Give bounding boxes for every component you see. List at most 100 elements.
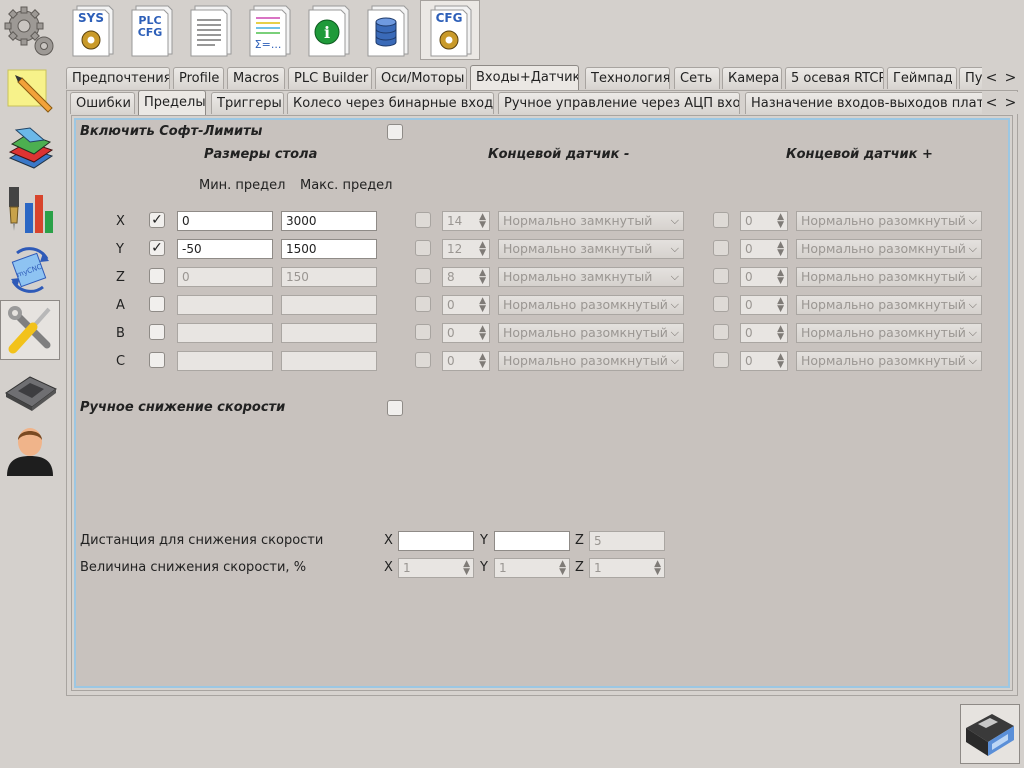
tab-gamepad[interactable]: Геймпад bbox=[887, 67, 957, 89]
limit-plus-checkbox[interactable] bbox=[713, 324, 729, 340]
sidebar-chip-button[interactable] bbox=[0, 360, 60, 420]
spin-arrows-icon[interactable]: ▲ ▼ bbox=[654, 560, 661, 577]
axis-enable-checkbox[interactable] bbox=[149, 296, 165, 312]
sidebar-mycnc-button[interactable]: myCNC bbox=[0, 240, 60, 300]
limit-minus-checkbox[interactable] bbox=[415, 324, 431, 340]
limit-plus-mode-select[interactable]: Нормально разомкнутый ⌵ bbox=[796, 323, 982, 343]
axis-enable-checkbox[interactable]: ✓ bbox=[149, 240, 165, 256]
tab-camera[interactable]: Камера bbox=[722, 67, 782, 89]
toolbar-document-button[interactable] bbox=[180, 0, 240, 60]
toolbar-info-button[interactable]: i bbox=[298, 0, 358, 60]
tab-profile[interactable]: Profile bbox=[173, 67, 224, 89]
tab-limits[interactable]: Пределы bbox=[138, 90, 206, 115]
tab-macros[interactable]: Macros bbox=[227, 67, 285, 89]
tab-preferences[interactable]: Предпочтения bbox=[66, 67, 170, 89]
limit-plus-pin-spinbox[interactable]: 0 ▲ ▼ bbox=[740, 239, 788, 259]
limit-minus-pin-spinbox[interactable]: 12 ▲ ▼ bbox=[442, 239, 490, 259]
limit-plus-mode-select[interactable]: Нормально разомкнутый ⌵ bbox=[796, 351, 982, 371]
limit-plus-pin-spinbox[interactable]: 0 ▲ ▼ bbox=[740, 351, 788, 371]
limit-minus-checkbox[interactable] bbox=[415, 212, 431, 228]
spin-arrows-icon[interactable]: ▲ ▼ bbox=[463, 560, 470, 577]
chevron-right-icon[interactable]: > bbox=[1005, 95, 1017, 111]
axis-max-input[interactable] bbox=[281, 323, 377, 343]
axis-max-input[interactable]: 1500 bbox=[281, 239, 377, 259]
limit-plus-mode-select[interactable]: Нормально разомкнутый ⌵ bbox=[796, 211, 982, 231]
limit-minus-mode-select[interactable]: Нормально замкнутый ⌵ bbox=[498, 239, 684, 259]
sidebar-tools-button[interactable] bbox=[0, 300, 60, 360]
toolbar-database-button[interactable] bbox=[357, 0, 417, 60]
limit-minus-mode-select[interactable]: Нормально разомкнутый ⌵ bbox=[498, 351, 684, 371]
limit-plus-checkbox[interactable] bbox=[713, 268, 729, 284]
axis-min-input[interactable]: -50 bbox=[177, 239, 273, 259]
axis-enable-checkbox[interactable]: ✓ bbox=[149, 212, 165, 228]
limit-minus-mode-select[interactable]: Нормально замкнутый ⌵ bbox=[498, 267, 684, 287]
limit-minus-checkbox[interactable] bbox=[415, 296, 431, 312]
limit-minus-pin-spinbox[interactable]: 0 ▲ ▼ bbox=[442, 323, 490, 343]
distance-z-input[interactable]: 5 bbox=[589, 531, 665, 551]
tab-wheel-binary-inputs[interactable]: Колесо через бинарные входы bbox=[287, 92, 494, 114]
tab-inputs-sensors[interactable]: Входы+Датчики bbox=[470, 65, 579, 90]
spin-arrows-icon[interactable]: ▲ ▼ bbox=[479, 297, 486, 314]
limit-minus-mode-select[interactable]: Нормально разомкнутый ⌵ bbox=[498, 295, 684, 315]
spin-arrows-icon[interactable]: ▲ ▼ bbox=[777, 269, 784, 286]
axis-min-input[interactable] bbox=[177, 323, 273, 343]
tab-5-axis-rtcp[interactable]: 5 осевая RTCP bbox=[785, 67, 884, 89]
axis-max-input[interactable] bbox=[281, 351, 377, 371]
distance-y-input[interactable] bbox=[494, 531, 570, 551]
limit-minus-pin-spinbox[interactable]: 8 ▲ ▼ bbox=[442, 267, 490, 287]
toolbar-plc-cfg-button[interactable]: PLC CFG bbox=[121, 0, 181, 60]
soft-limits-checkbox[interactable] bbox=[387, 124, 403, 140]
tab-plc-builder[interactable]: PLC Builder bbox=[288, 67, 372, 89]
sidebar-tools-chart-button[interactable] bbox=[0, 180, 60, 240]
limit-plus-checkbox[interactable] bbox=[713, 240, 729, 256]
spin-arrows-icon[interactable]: ▲ ▼ bbox=[777, 325, 784, 342]
limit-plus-mode-select[interactable]: Нормально разомкнутый ⌵ bbox=[796, 239, 982, 259]
axis-enable-checkbox[interactable] bbox=[149, 324, 165, 340]
axis-min-input[interactable]: 0 bbox=[177, 211, 273, 231]
tab-technology[interactable]: Технология bbox=[585, 67, 670, 89]
limit-plus-checkbox[interactable] bbox=[713, 212, 729, 228]
tab-io-assignment[interactable]: Назначение входов-выходов плат ра bbox=[745, 92, 985, 114]
spin-arrows-icon[interactable]: ▲ ▼ bbox=[777, 241, 784, 258]
spin-arrows-icon[interactable]: ▲ ▼ bbox=[777, 353, 784, 370]
limit-minus-mode-select[interactable]: Нормально разомкнутый ⌵ bbox=[498, 323, 684, 343]
tab-errors[interactable]: Ошибки bbox=[70, 92, 135, 114]
limit-minus-checkbox[interactable] bbox=[415, 352, 431, 368]
limit-minus-pin-spinbox[interactable]: 14 ▲ ▼ bbox=[442, 211, 490, 231]
manual-slowdown-checkbox[interactable] bbox=[387, 400, 403, 416]
spin-arrows-icon[interactable]: ▲ ▼ bbox=[777, 213, 784, 230]
limit-plus-pin-spinbox[interactable]: 0 ▲ ▼ bbox=[740, 267, 788, 287]
axis-enable-checkbox[interactable] bbox=[149, 352, 165, 368]
limit-plus-pin-spinbox[interactable]: 0 ▲ ▼ bbox=[740, 295, 788, 315]
spin-arrows-icon[interactable]: ▲ ▼ bbox=[479, 325, 486, 342]
spin-arrows-icon[interactable]: ▲ ▼ bbox=[479, 213, 486, 230]
spin-arrows-icon[interactable]: ▲ ▼ bbox=[559, 560, 566, 577]
limit-plus-mode-select[interactable]: Нормально разомкнутый ⌵ bbox=[796, 267, 982, 287]
limit-plus-checkbox[interactable] bbox=[713, 296, 729, 312]
limit-plus-mode-select[interactable]: Нормально разомкнутый ⌵ bbox=[796, 295, 982, 315]
limit-plus-checkbox[interactable] bbox=[713, 352, 729, 368]
axis-min-input[interactable] bbox=[177, 295, 273, 315]
chevron-right-icon[interactable]: > bbox=[1005, 70, 1017, 86]
chevron-left-icon[interactable]: < bbox=[986, 70, 998, 86]
toolbar-formula-button[interactable]: Σ=... bbox=[239, 0, 299, 60]
sidebar-edit-button[interactable] bbox=[0, 60, 60, 120]
sidebar-settings-button[interactable] bbox=[0, 0, 60, 60]
toolbar-cfg-button[interactable]: CFG bbox=[420, 0, 480, 60]
limit-plus-pin-spinbox[interactable]: 0 ▲ ▼ bbox=[740, 211, 788, 231]
axis-min-input[interactable]: 0 bbox=[177, 267, 273, 287]
save-button[interactable] bbox=[960, 704, 1020, 764]
percent-z-spinbox[interactable]: 1 ▲ ▼ bbox=[589, 558, 665, 578]
toolbar-sys-button[interactable]: SYS bbox=[62, 0, 122, 60]
tab-network[interactable]: Сеть bbox=[674, 67, 720, 89]
tab-axes-motors[interactable]: Оси/Моторы bbox=[375, 67, 467, 89]
sidebar-user-button[interactable] bbox=[0, 420, 60, 480]
percent-x-spinbox[interactable]: 1 ▲ ▼ bbox=[398, 558, 474, 578]
sidebar-books-button[interactable] bbox=[0, 120, 60, 180]
axis-max-input[interactable] bbox=[281, 295, 377, 315]
chevron-left-icon[interactable]: < bbox=[986, 95, 998, 111]
spin-arrows-icon[interactable]: ▲ ▼ bbox=[479, 353, 486, 370]
axis-enable-checkbox[interactable] bbox=[149, 268, 165, 284]
limit-minus-checkbox[interactable] bbox=[415, 268, 431, 284]
tab-manual-adc-inputs[interactable]: Ручное управление через АЦП входы bbox=[498, 92, 740, 114]
